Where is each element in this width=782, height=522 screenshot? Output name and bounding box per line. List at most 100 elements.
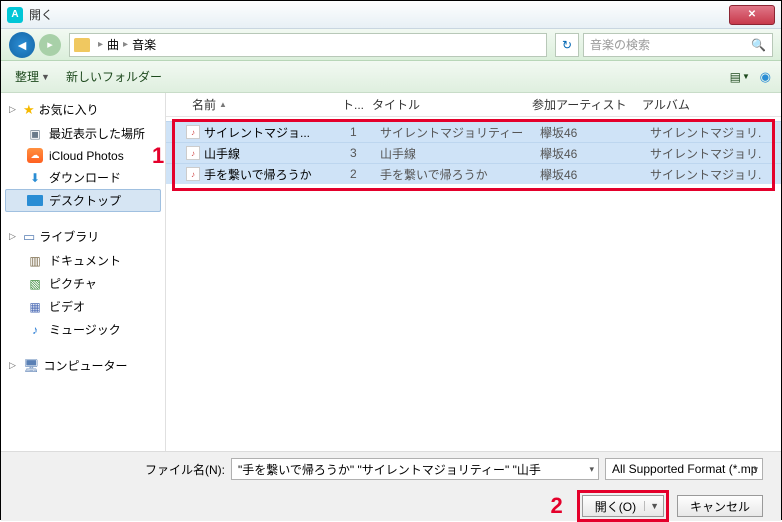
file-track: 2 — [350, 167, 380, 181]
annotation-highlight-2: 開く(O) ▼ — [577, 490, 669, 522]
column-album[interactable]: アルバム — [636, 96, 781, 113]
file-row[interactable]: ♪手を繋いで帰ろうか2手を繋いで帰ろうか欅坂46サイレントマジョリ. — [166, 163, 781, 184]
sidebar-item-icloud[interactable]: ☁iCloud Photos — [5, 145, 161, 166]
footer: ファイル名(N): "手を繋いで帰ろうか" "サイレントマジョリティー" "山手… — [1, 451, 781, 521]
app-icon: A — [7, 7, 23, 23]
new-folder-label: 新しいフォルダー — [66, 68, 162, 85]
column-title[interactable]: タイトル — [366, 96, 526, 113]
window-title: 開く — [29, 6, 729, 23]
collapse-icon: ▷ — [9, 360, 19, 371]
chevron-right-icon: ▸ — [98, 39, 103, 50]
refresh-button[interactable]: ↻ — [555, 33, 579, 57]
music-icon: ♪ — [27, 322, 43, 337]
sidebar-item-pictures[interactable]: ▧ ピクチャ — [5, 272, 161, 295]
library-label: ライブラリ — [39, 228, 99, 245]
close-button[interactable]: ✕ — [729, 5, 775, 25]
chevron-down-icon: ▾ — [753, 464, 758, 475]
cancel-button[interactable]: キャンセル — [677, 495, 763, 517]
cancel-label: キャンセル — [690, 498, 750, 515]
search-icon: 🔍 — [751, 38, 766, 52]
address-bar-row: ◄ ▸ ▸ 曲 ▸ 音楽 ↻ 音楽の検索 🔍 — [1, 29, 781, 61]
file-list-area: 1 名前▲ ト... タイトル 参加アーティスト アルバム ♪サイレントマジョ.… — [166, 93, 781, 451]
forward-button[interactable]: ▸ — [39, 34, 61, 56]
filetype-filter[interactable]: All Supported Format (*.mp ▾ — [605, 458, 763, 480]
favorites-group[interactable]: ▷ ★ お気に入り — [5, 99, 161, 120]
file-album: サイレントマジョリ. — [650, 145, 781, 162]
download-icon: ⬇ — [27, 170, 43, 185]
sort-asc-icon: ▲ — [219, 100, 227, 109]
file-artist: 欅坂46 — [540, 166, 650, 183]
sidebar-item-recent[interactable]: ▣ 最近表示した場所 — [5, 122, 161, 145]
file-title: 手を繋いで帰ろうか — [380, 166, 540, 183]
column-name[interactable]: 名前▲ — [186, 96, 336, 113]
collapse-icon: ▷ — [9, 231, 19, 242]
file-track: 3 — [350, 146, 380, 160]
new-folder-button[interactable]: 新しいフォルダー — [62, 66, 166, 87]
annotation-2: 2 — [550, 493, 562, 519]
computer-group[interactable]: ▷ 🖥 コンピューター — [5, 355, 161, 376]
toolbar: 整理 ▼ 新しいフォルダー ▤▼ ◉ — [1, 61, 781, 93]
help-button[interactable]: ◉ — [760, 69, 771, 85]
chevron-down-icon: ▼ — [742, 72, 750, 81]
chevron-right-icon: ▸ — [123, 39, 128, 50]
chevron-down-icon: ▾ — [589, 464, 594, 475]
sidebar-item-label: デスクトップ — [49, 192, 121, 209]
sidebar: ▷ ★ お気に入り ▣ 最近表示した場所 ☁iCloud Photos ⬇ ダウンロ… — [1, 93, 166, 451]
file-name: サイレントマジョ... — [204, 124, 350, 141]
sidebar-item-desktop[interactable]: デスクトップ — [5, 189, 161, 212]
video-icon: ▦ — [27, 299, 43, 314]
picture-icon: ▧ — [27, 276, 43, 291]
file-title: サイレントマジョリティー — [380, 124, 540, 141]
column-track[interactable]: ト... — [336, 96, 366, 113]
file-title: 山手線 — [380, 145, 540, 162]
folder-icon — [74, 38, 90, 52]
breadcrumb-part[interactable]: 音楽 — [132, 36, 156, 53]
sidebar-item-label: ミュージック — [49, 321, 121, 338]
organize-label: 整理 — [15, 68, 39, 85]
back-button[interactable]: ◄ — [9, 32, 35, 58]
organize-menu[interactable]: 整理 ▼ — [11, 66, 54, 87]
music-file-icon: ♪ — [186, 167, 200, 181]
sidebar-item-label: ビデオ — [49, 298, 85, 315]
search-placeholder: 音楽の検索 — [590, 36, 650, 53]
music-file-icon: ♪ — [186, 146, 200, 160]
file-row[interactable]: ♪サイレントマジョ...1サイレントマジョリティー欅坂46サイレントマジョリ. — [166, 121, 781, 142]
sidebar-item-label: ダウンロード — [49, 169, 121, 186]
file-artist: 欅坂46 — [540, 145, 650, 162]
annotation-1: 1 — [152, 143, 164, 169]
computer-icon: 🖥 — [23, 358, 40, 374]
file-name: 山手線 — [204, 145, 350, 162]
file-name: 手を繋いで帰ろうか — [204, 166, 350, 183]
filename-input[interactable]: "手を繋いで帰ろうか" "サイレントマジョリティー" "山手 ▾ — [231, 458, 599, 480]
sidebar-item-label: ピクチャ — [49, 275, 97, 292]
desktop-icon — [27, 193, 43, 208]
titlebar: A 開く ✕ — [1, 1, 781, 29]
toolbar-view-controls: ▤▼ ◉ — [730, 69, 771, 85]
sidebar-item-documents[interactable]: ▥ドキュメント — [5, 249, 161, 272]
chevron-down-icon: ▼ — [41, 72, 50, 82]
file-row[interactable]: ♪山手線3山手線欅坂46サイレントマジョリ. — [166, 142, 781, 163]
sidebar-item-music[interactable]: ♪ ミュージック — [5, 318, 161, 341]
column-headers: 名前▲ ト... タイトル 参加アーティスト アルバム — [166, 93, 781, 117]
file-album: サイレントマジョリ. — [650, 166, 781, 183]
file-track: 1 — [350, 125, 380, 139]
recent-icon: ▣ — [27, 126, 43, 141]
open-button[interactable]: 開く(O) ▼ — [582, 495, 664, 517]
filename-value: "手を繋いで帰ろうか" "サイレントマジョリティー" "山手 — [238, 461, 541, 478]
library-group[interactable]: ▷ ▭ ライブラリ — [5, 226, 161, 247]
main-area: ▷ ★ お気に入り ▣ 最近表示した場所 ☁iCloud Photos ⬇ ダウンロ… — [1, 93, 781, 451]
document-icon: ▥ — [27, 253, 43, 268]
breadcrumb[interactable]: ▸ 曲 ▸ 音楽 — [69, 33, 547, 57]
library-icon: ▭ — [23, 229, 35, 245]
collapse-icon: ▷ — [9, 104, 19, 115]
open-label: 開く(O) — [595, 498, 636, 515]
column-artist[interactable]: 参加アーティスト — [526, 96, 636, 113]
icloud-icon: ☁ — [27, 148, 43, 163]
sidebar-item-videos[interactable]: ▦ ビデオ — [5, 295, 161, 318]
sidebar-item-downloads[interactable]: ⬇ ダウンロード — [5, 166, 161, 189]
view-mode-button[interactable]: ▤▼ — [730, 70, 752, 84]
computer-label: コンピューター — [44, 357, 128, 374]
breadcrumb-part[interactable]: 曲 — [107, 36, 119, 53]
sidebar-item-label: 最近表示した場所 — [49, 125, 145, 142]
search-input[interactable]: 音楽の検索 🔍 — [583, 33, 773, 57]
